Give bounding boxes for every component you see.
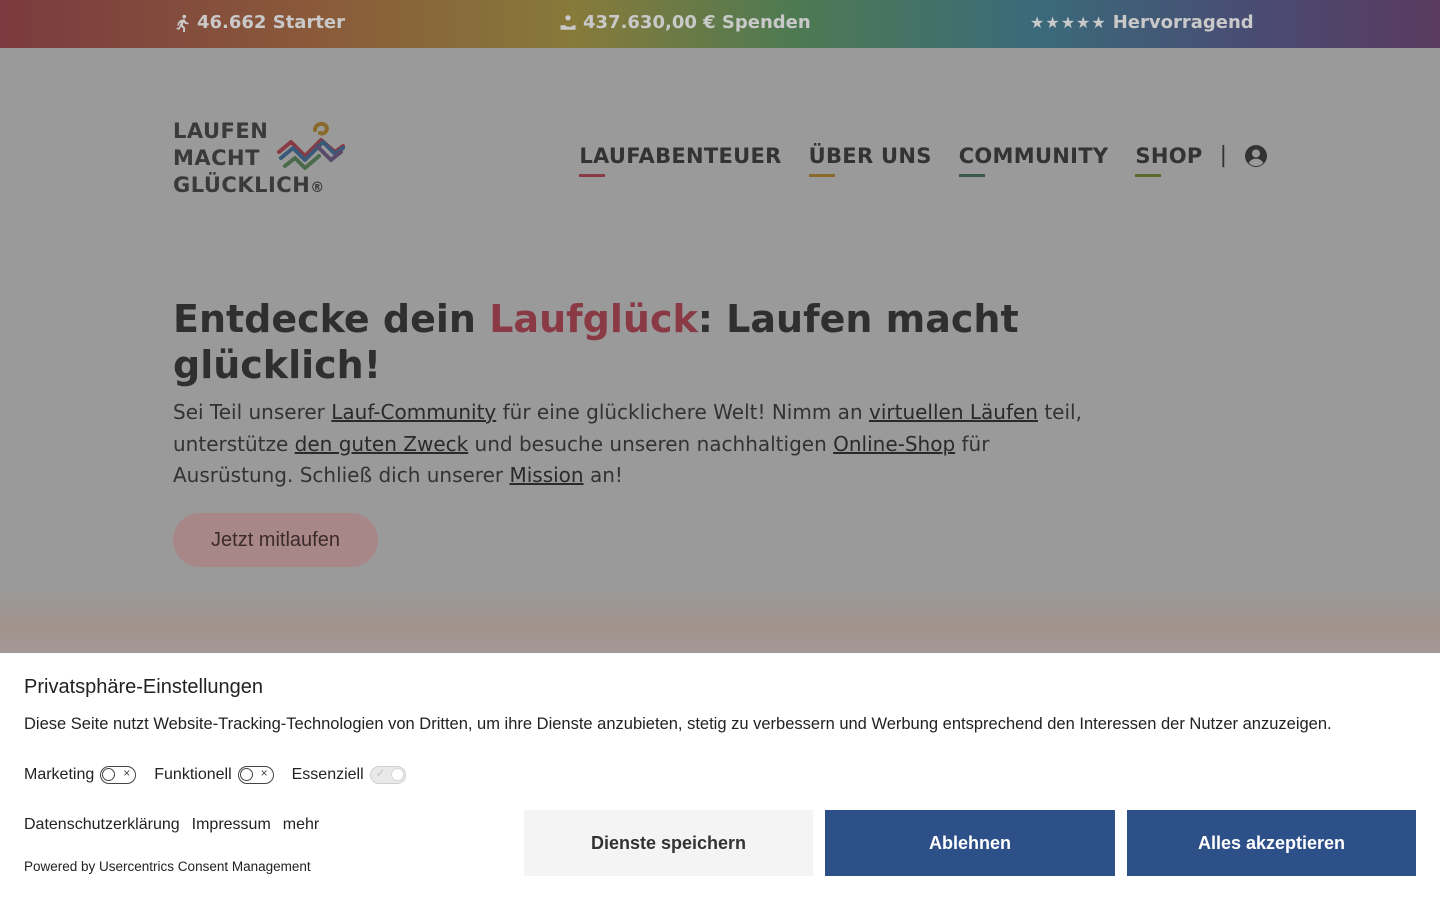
main-nav: LAUFABENTEUER ÜBER UNS COMMUNITY SHOP |: [579, 143, 1268, 177]
link-guter-zweck[interactable]: den guten Zweck: [295, 432, 469, 456]
link-mehr[interactable]: mehr: [283, 816, 319, 834]
nav-item-community[interactable]: COMMUNITY: [958, 144, 1109, 177]
starter-count: 46.662 Starter: [173, 12, 345, 33]
save-services-button[interactable]: Dienste speichern: [524, 810, 813, 876]
nav-underline: [808, 173, 835, 177]
nav-item-shop[interactable]: SHOP: [1135, 144, 1202, 177]
rating-stars-icon: ★★★★★: [1030, 13, 1107, 32]
donation-hand-icon: [560, 14, 576, 30]
hero-title-accent: Laufglück: [489, 297, 698, 341]
consent-toggles: Marketing × Funktionell × Essenziell ✓: [24, 766, 424, 784]
user-account-icon[interactable]: [1244, 144, 1268, 168]
stats-bar: 46.662 Starter 437.630,00 € Spenden ★★★★…: [0, 0, 1440, 48]
join-run-button[interactable]: Jetzt mitlaufen: [173, 513, 378, 567]
consent-banner: Privatsphäre-Einstellungen Diese Seite n…: [0, 653, 1440, 900]
nav-item-ueber-uns[interactable]: ÜBER UNS: [808, 144, 932, 177]
toggle-marketing[interactable]: ×: [100, 766, 137, 784]
rating: ★★★★★ Hervorragend: [1030, 12, 1254, 33]
hero-title: Entdecke dein Laufglück: Laufen macht gl…: [173, 297, 1019, 387]
link-impressum[interactable]: Impressum: [192, 816, 271, 834]
runner-icon: [176, 14, 189, 32]
consent-title: Privatsphäre-Einstellungen: [24, 676, 264, 698]
consent-links: Datenschutzerklärung Impressum mehr: [24, 816, 319, 834]
nav-underline: [579, 173, 606, 177]
nav-separator: |: [1219, 143, 1227, 168]
nav-underline: [958, 173, 985, 177]
toggle-label-essenziell: Essenziell: [291, 766, 364, 783]
logo-registered: ®: [310, 180, 325, 196]
link-mission[interactable]: Mission: [509, 463, 583, 487]
accept-all-button[interactable]: Alles akzeptieren: [1127, 810, 1416, 876]
toggle-essenziell: ✓: [369, 766, 406, 784]
toggle-funktionell[interactable]: ×: [237, 766, 274, 784]
close-icon: ×: [260, 766, 268, 780]
hero-gradient: [0, 590, 1440, 653]
close-icon: ×: [123, 766, 131, 780]
site-logo[interactable]: LAUFEN MACHT GLÜCKLICH®: [173, 118, 345, 200]
link-virtuelle-laeufe[interactable]: virtuellen Läufen: [869, 400, 1038, 424]
consent-text: Diese Seite nutzt Website-Tracking-Techn…: [24, 715, 1332, 733]
nav-item-laufabenteuer[interactable]: LAUFABENTEUER: [579, 144, 781, 177]
check-icon: ✓: [375, 766, 386, 780]
link-online-shop[interactable]: Online-Shop: [833, 432, 955, 456]
link-datenschutz[interactable]: Datenschutzerklärung: [24, 816, 180, 834]
runner-logo-icon: [277, 121, 345, 170]
nav-underline: [1135, 173, 1162, 177]
powered-by: Powered by Usercentrics Consent Manageme…: [24, 859, 311, 874]
toggle-label-marketing: Marketing: [24, 766, 95, 783]
donation-total: 437.630,00 € Spenden: [559, 12, 811, 33]
toggle-label-funktionell: Funktionell: [154, 766, 232, 783]
hero-lead: Sei Teil unserer Lauf-Community für eine…: [173, 400, 1082, 487]
deny-button[interactable]: Ablehnen: [825, 810, 1115, 876]
link-lauf-community[interactable]: Lauf-Community: [331, 400, 496, 424]
